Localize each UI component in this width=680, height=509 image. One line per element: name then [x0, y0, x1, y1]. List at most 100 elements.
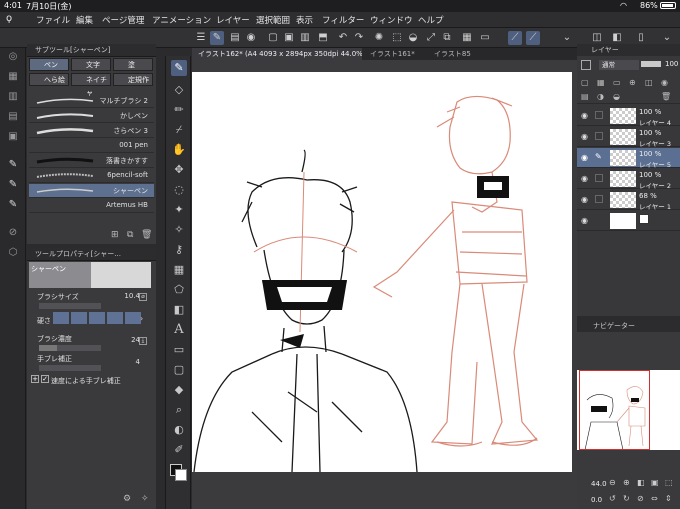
- speed-stabilization-checkbox[interactable]: ✓: [41, 375, 49, 383]
- sub-color-swatch[interactable]: [175, 469, 187, 481]
- fit-icon[interactable]: ◧: [637, 478, 645, 487]
- menu-page[interactable]: ページ管理: [102, 14, 144, 26]
- rotate-right-icon[interactable]: ↻: [623, 494, 630, 503]
- layer-lock-box[interactable]: [595, 132, 603, 140]
- hand-icon[interactable]: ✋: [171, 142, 187, 158]
- new-raster-layer-icon[interactable]: ▢: [581, 78, 589, 87]
- layers-icon[interactable]: ◫: [590, 31, 604, 45]
- layer-lock-box[interactable]: [595, 111, 603, 119]
- actual-size-icon[interactable]: ▣: [651, 478, 659, 487]
- layer-row[interactable]: ◉ 100 % レイヤー 3: [577, 127, 680, 148]
- open-file-icon[interactable]: ▣: [282, 31, 296, 45]
- text-tool-icon[interactable]: A: [171, 322, 187, 338]
- mask-icon[interactable]: ◉: [661, 78, 668, 87]
- brush-icon[interactable]: ✎: [6, 178, 20, 192]
- busy-icon[interactable]: ✺: [372, 31, 386, 45]
- magic-wand-icon[interactable]: ✦: [171, 202, 187, 218]
- eye-icon[interactable]: ◉: [581, 153, 588, 162]
- rotate-left-icon[interactable]: ↺: [609, 494, 616, 503]
- menu-filter[interactable]: フィルター: [322, 14, 364, 26]
- trash-icon[interactable]: 🗑: [661, 92, 671, 101]
- brush-tool-icon[interactable]: ⚷: [171, 242, 187, 258]
- blend-icon[interactable]: ◐: [171, 422, 187, 438]
- rotation-value[interactable]: 0.0: [591, 496, 602, 504]
- transform-icon[interactable]: ⤢: [424, 31, 438, 45]
- settings-icon[interactable]: ✧: [141, 494, 149, 504]
- layer-row[interactable]: ◉ 68 % レイヤー 1: [577, 190, 680, 211]
- menu-animation[interactable]: アニメーション: [152, 14, 211, 26]
- layer-row[interactable]: ◉ 100 % レイヤー 2: [577, 169, 680, 190]
- approx-color-icon[interactable]: ▤: [6, 110, 20, 124]
- stabilization-slider[interactable]: [39, 365, 101, 371]
- layer-lock-box[interactable]: [595, 195, 603, 203]
- selection-icon[interactable]: ⬚: [390, 31, 404, 45]
- swatch-icon[interactable]: ▦: [6, 70, 20, 84]
- lasso-icon[interactable]: ◌: [171, 182, 187, 198]
- menu-view[interactable]: 表示: [296, 14, 313, 26]
- opacity-value[interactable]: 100: [665, 60, 678, 68]
- trash-icon[interactable]: 🗑: [141, 230, 152, 240]
- pen-settings-icon[interactable]: ▤: [228, 31, 242, 45]
- pencil-tool-icon[interactable]: ✏: [171, 102, 187, 118]
- layer-row-selected[interactable]: ◉ ✎ 100 % レイヤー 5: [577, 148, 680, 169]
- colorwheel-icon[interactable]: ◎: [6, 50, 20, 64]
- eraser-tool-icon[interactable]: ◇: [171, 82, 187, 98]
- layer-options-icon[interactable]: [581, 60, 591, 70]
- move-icon[interactable]: ✥: [171, 162, 187, 178]
- save-icon[interactable]: ▥: [298, 31, 312, 45]
- opacity-slider[interactable]: [641, 61, 661, 67]
- grid-icon[interactable]: ▦: [460, 31, 474, 45]
- gradient-icon[interactable]: ▦: [171, 262, 187, 278]
- layer-lock-box[interactable]: [595, 174, 603, 182]
- navigator-preview[interactable]: [577, 370, 680, 451]
- eye-icon[interactable]: ◉: [581, 132, 588, 141]
- curve-line-icon[interactable]: ⟋: [508, 31, 522, 45]
- brush-item[interactable]: Artemus HB: [29, 199, 154, 213]
- flip-horizontal-icon[interactable]: ⇔: [651, 494, 658, 503]
- tab-pen[interactable]: ペン: [29, 58, 69, 71]
- undo-icon[interactable]: ↶: [336, 31, 350, 45]
- brush-item-selected[interactable]: シャーペン: [29, 184, 154, 198]
- history-icon[interactable]: ▣: [6, 130, 20, 144]
- menu-help[interactable]: ヘルプ: [418, 14, 444, 26]
- chevron-down-icon[interactable]: ⌄: [560, 31, 574, 45]
- layer-color-icon[interactable]: ◒: [613, 92, 620, 101]
- correction-icon[interactable]: ✐: [171, 442, 187, 458]
- zoom-out-icon[interactable]: ⊖: [609, 478, 616, 487]
- fullscreen-icon[interactable]: ⬚: [665, 478, 673, 487]
- ruler-tool-icon[interactable]: ◧: [171, 302, 187, 318]
- eraser-icon[interactable]: ✎: [6, 198, 20, 212]
- brush-size-icon[interactable]: ⌀: [139, 293, 147, 301]
- checkbox-icon[interactable]: +: [31, 375, 39, 383]
- blend-mode-select[interactable]: 通常: [599, 60, 639, 70]
- flip-vertical-icon[interactable]: ⇕: [665, 494, 672, 503]
- new-vector-layer-icon[interactable]: ▦: [597, 78, 605, 87]
- search-icon[interactable]: ⊘: [6, 226, 20, 240]
- chevron-down-icon[interactable]: ⌄: [660, 31, 674, 45]
- copy-subtool-icon[interactable]: ⧉: [127, 230, 133, 240]
- fill-tool-icon[interactable]: ◆: [171, 382, 187, 398]
- navigator-viewport-frame[interactable]: [579, 370, 650, 450]
- clip-icon[interactable]: ◫: [645, 78, 653, 87]
- hamburger-icon[interactable]: ☰: [194, 31, 208, 45]
- brush-item[interactable]: 001 pen: [29, 139, 154, 153]
- tab-fill[interactable]: 塗: [113, 58, 153, 71]
- new-file-icon[interactable]: ▢: [266, 31, 280, 45]
- wrench-icon[interactable]: ⚙: [123, 494, 131, 504]
- pen-tool-icon[interactable]: ✎: [171, 60, 187, 76]
- drawing-canvas[interactable]: [192, 72, 572, 473]
- eye-icon[interactable]: ◉: [581, 111, 588, 120]
- eyedropper-icon[interactable]: ⌿: [171, 122, 187, 138]
- brush-item[interactable]: 6pencil-soft: [29, 169, 154, 183]
- export-icon[interactable]: ⬒: [316, 31, 330, 45]
- menu-file[interactable]: ファイル: [36, 14, 70, 26]
- brush-size-slider[interactable]: [39, 303, 101, 309]
- eye-icon[interactable]: ◉: [581, 174, 588, 183]
- zoom-value[interactable]: 44.0: [591, 480, 607, 488]
- stroke-icon[interactable]: ⟋: [526, 31, 540, 45]
- menu-layer[interactable]: レイヤー: [216, 14, 250, 26]
- tab-document[interactable]: イラスト85: [428, 48, 488, 60]
- pen-pressure-icon[interactable]: ✎: [210, 31, 224, 45]
- hardness-selector[interactable]: [53, 312, 143, 325]
- brush-item[interactable]: かしペン: [29, 109, 154, 123]
